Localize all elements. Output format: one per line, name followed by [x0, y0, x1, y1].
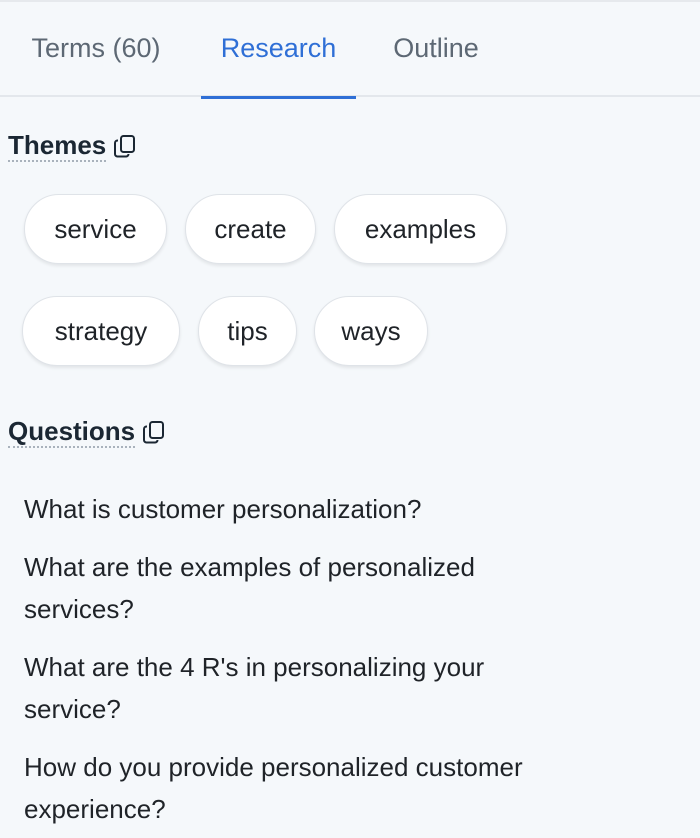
tab-outline-label: Outline — [393, 33, 479, 63]
theme-chip[interactable]: tips — [198, 296, 297, 366]
theme-chip-label: create — [214, 213, 287, 244]
active-tab-indicator — [201, 96, 356, 99]
question-item[interactable]: What is customer personalization? — [24, 488, 664, 530]
theme-chip[interactable]: service — [24, 194, 167, 264]
questions-header: Questions — [8, 414, 167, 450]
themes-title[interactable]: Themes — [8, 131, 107, 162]
tab-research[interactable]: Research — [201, 2, 356, 99]
theme-chip[interactable]: examples — [334, 194, 507, 264]
question-item[interactable]: How do you provide personalized customer… — [24, 746, 624, 830]
tab-outline[interactable]: Outline — [372, 2, 500, 97]
theme-chip-label: strategy — [54, 315, 148, 346]
theme-chip[interactable]: strategy — [22, 296, 180, 366]
theme-chip-label: service — [54, 213, 137, 244]
question-item[interactable]: What are the examples of personalized se… — [24, 546, 584, 630]
theme-chip-label: examples — [364, 213, 477, 244]
themes-header: Themes — [8, 128, 138, 164]
theme-chip[interactable]: create — [185, 194, 316, 264]
theme-chip-label: ways — [341, 315, 401, 346]
question-item[interactable]: What are the 4 R's in personalizing your… — [24, 646, 584, 730]
theme-chip-label: tips — [227, 315, 268, 346]
tab-research-label: Research — [220, 33, 337, 63]
questions-title[interactable]: Questions — [8, 417, 136, 448]
copy-icon[interactable] — [141, 419, 167, 445]
tab-terms[interactable]: Terms (60) — [6, 2, 186, 97]
tab-terms-label: Terms (60) — [31, 33, 161, 63]
theme-chip[interactable]: ways — [314, 296, 428, 366]
tab-bar: Terms (60) Research Outline — [0, 2, 700, 99]
copy-icon[interactable] — [112, 133, 138, 159]
